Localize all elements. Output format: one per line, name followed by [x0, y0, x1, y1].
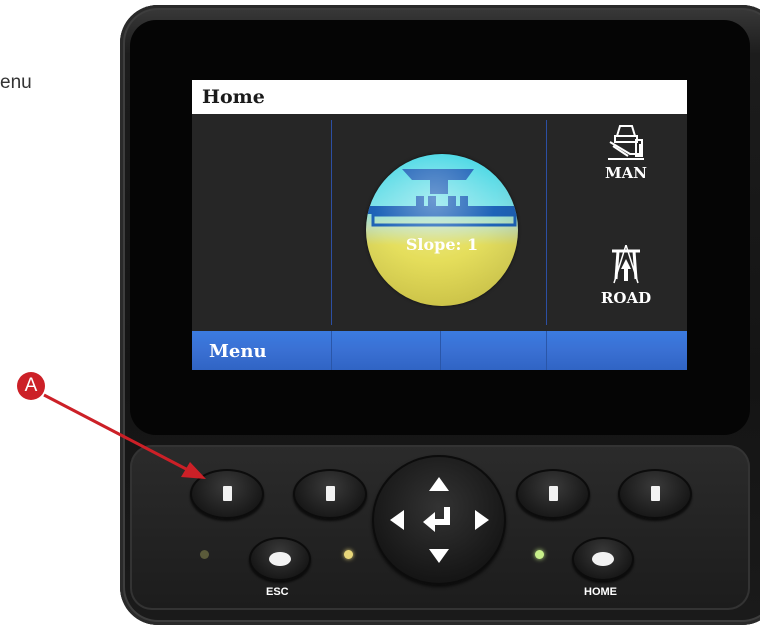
softkey-2-button[interactable] — [293, 469, 367, 519]
up-arrow-button[interactable] — [429, 477, 449, 491]
caption-fragment: enu — [0, 72, 32, 93]
title-bar: Home — [192, 80, 687, 114]
key-mark — [651, 486, 660, 501]
softkey-bar: Menu — [192, 331, 687, 370]
right-arrow-button[interactable] — [475, 510, 489, 530]
left-arrow-button[interactable] — [390, 510, 404, 530]
mode-label: ROAD — [600, 289, 652, 307]
status-led-middle — [344, 550, 353, 559]
softkey-4-button[interactable] — [618, 469, 692, 519]
paver-manual-icon — [608, 125, 644, 160]
navigation-pad — [372, 455, 506, 585]
key-mark — [549, 486, 558, 501]
slope-readout: Slope: 1 — [405, 235, 479, 254]
column-divider — [546, 120, 547, 325]
softkey-3-button[interactable] — [516, 469, 590, 519]
page-title: Home — [202, 86, 265, 108]
status-led-right — [535, 550, 544, 559]
mode-label: MAN — [605, 164, 647, 182]
softkey-divider — [331, 331, 332, 370]
menu-softkey-label: Menu — [209, 341, 267, 362]
esc-button[interactable] — [249, 537, 311, 581]
road-icon — [612, 244, 640, 284]
enter-icon[interactable] — [421, 505, 457, 535]
key-mark — [223, 486, 232, 501]
softkey-divider — [440, 331, 441, 370]
home-button[interactable] — [572, 537, 634, 581]
display-screen: Home Slope: 1 MAN ROAD Menu — [192, 80, 687, 370]
status-led-left — [200, 550, 209, 559]
key-mark — [269, 552, 291, 566]
key-mark — [326, 486, 335, 501]
gauge-shading — [366, 154, 518, 306]
key-mark — [592, 552, 614, 566]
mode-man: MAN — [571, 124, 681, 182]
softkey-1-button[interactable] — [190, 469, 264, 519]
down-arrow-button[interactable] — [429, 549, 449, 563]
column-divider — [331, 120, 332, 325]
callout-badge: A — [17, 372, 45, 400]
softkey-divider — [546, 331, 547, 370]
home-label: HOME — [584, 586, 617, 598]
slope-gauge: Slope: 1 — [366, 154, 518, 306]
mode-road: ROAD — [571, 244, 681, 307]
esc-label: ESC — [266, 586, 289, 598]
